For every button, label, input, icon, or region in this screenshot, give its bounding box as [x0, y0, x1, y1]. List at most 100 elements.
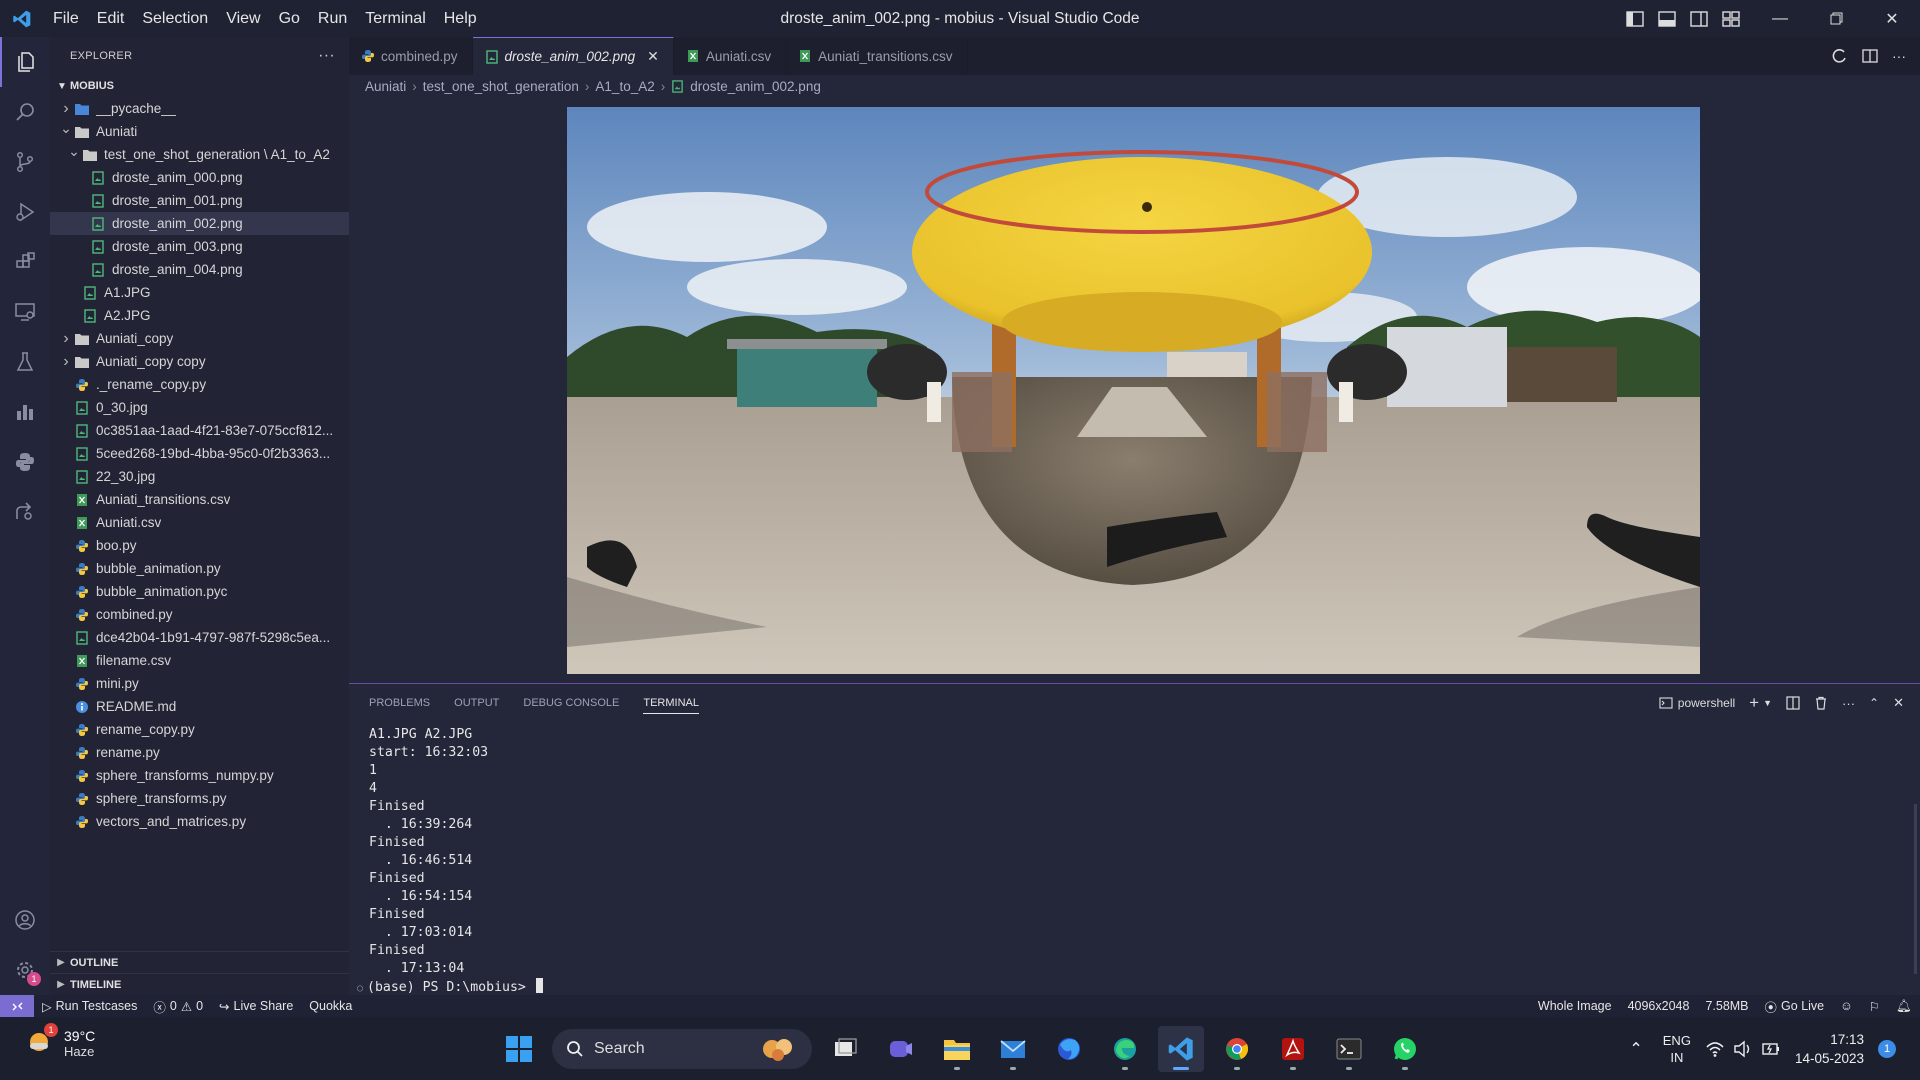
remote-indicator-icon[interactable]: [0, 995, 34, 1017]
tree-file[interactable]: rename_copy.py: [50, 718, 349, 741]
terminal-output[interactable]: A1.JPG A2.JPG start: 16:32:03 1 4 Finised . …: [357, 726, 543, 998]
weather-widget[interactable]: 1 39°C Haze: [24, 1023, 95, 1060]
tree-file[interactable]: boo.py: [50, 534, 349, 557]
tree-folder[interactable]: › __pycache__: [50, 97, 349, 120]
windows-terminal-icon[interactable]: [1326, 1026, 1372, 1072]
menu-go[interactable]: Go: [270, 0, 309, 37]
tree-file[interactable]: 0_30.jpg: [50, 396, 349, 419]
tree-file[interactable]: combined.py: [50, 603, 349, 626]
python-icon[interactable]: [0, 437, 50, 487]
file-explorer-icon[interactable]: [934, 1026, 980, 1072]
volume-icon[interactable]: [1733, 1040, 1753, 1058]
tree-file[interactable]: droste_anim_002.png: [50, 212, 349, 235]
outline-section[interactable]: ▶ OUTLINE: [50, 951, 349, 973]
go-live-button[interactable]: ⦿ Go Live: [1757, 997, 1833, 1016]
split-editor-icon[interactable]: [1862, 48, 1878, 64]
clock[interactable]: 17:13 14-05-2023: [1795, 1030, 1864, 1068]
vscode-taskbar-icon[interactable]: [1158, 1026, 1204, 1072]
quokka-button[interactable]: Quokka: [301, 999, 360, 1013]
chevron-down-icon[interactable]: ▼: [1763, 698, 1772, 708]
toggle-secondary-sidebar-icon[interactable]: [1690, 10, 1708, 27]
tree-folder[interactable]: ⌄ Auniati: [50, 120, 349, 143]
whole-image-button[interactable]: Whole Image: [1530, 999, 1620, 1013]
tree-file[interactable]: droste_anim_003.png: [50, 235, 349, 258]
tree-file[interactable]: dce42b04-1b91-4797-987f-5298c5ea...: [50, 626, 349, 649]
tree-folder[interactable]: ⌄ test_one_shot_generation \ A1_to_A2: [50, 143, 349, 166]
breadcrumb-item[interactable]: droste_anim_002.png: [690, 79, 821, 94]
tree-file[interactable]: droste_anim_004.png: [50, 258, 349, 281]
menu-run[interactable]: Run: [309, 0, 356, 37]
workspace-root[interactable]: ▼ MOBIUS: [50, 75, 349, 97]
tree-file[interactable]: rename.py: [50, 741, 349, 764]
close-tab-icon[interactable]: ✕: [647, 48, 659, 65]
image-preview[interactable]: [567, 107, 1700, 674]
remote-explorer-icon[interactable]: [0, 287, 50, 337]
menu-view[interactable]: View: [217, 0, 269, 37]
edge-icon[interactable]: [1102, 1026, 1148, 1072]
toggle-panel-icon[interactable]: [1658, 10, 1676, 27]
extensions-icon[interactable]: [0, 237, 50, 287]
close-window-button[interactable]: ✕: [1864, 0, 1920, 37]
run-debug-icon[interactable]: [0, 187, 50, 237]
timeline-section[interactable]: ▶ TIMELINE: [50, 973, 349, 995]
live-share-icon[interactable]: [0, 487, 50, 537]
trash-icon[interactable]: [1814, 696, 1828, 710]
tab-problems[interactable]: PROBLEMS: [369, 697, 430, 709]
tree-file[interactable]: bubble_animation.py: [50, 557, 349, 580]
terminal-shell-selector[interactable]: powershell: [1659, 696, 1735, 710]
testing-icon[interactable]: [0, 337, 50, 387]
tree-file[interactable]: 22_30.jpg: [50, 465, 349, 488]
tree-file[interactable]: vectors_and_matrices.py: [50, 810, 349, 833]
explorer-icon[interactable]: [0, 37, 50, 87]
tree-file[interactable]: bubble_animation.pyc: [50, 580, 349, 603]
manage-gear-icon[interactable]: 1: [0, 945, 50, 995]
firefox-icon[interactable]: [1046, 1026, 1092, 1072]
tree-file[interactable]: sphere_transforms_numpy.py: [50, 764, 349, 787]
taskbar-search[interactable]: Search: [552, 1029, 812, 1069]
new-terminal-button[interactable]: +: [1749, 693, 1759, 713]
breadcrumb-item[interactable]: A1_to_A2: [595, 79, 654, 94]
menu-help[interactable]: Help: [435, 0, 486, 37]
split-terminal-icon[interactable]: [1786, 696, 1800, 710]
notifications-bell-icon[interactable]: 🔔︎: [1888, 999, 1920, 1014]
copilot-icon[interactable]: ☺: [1832, 999, 1861, 1013]
source-control-icon[interactable]: [0, 137, 50, 187]
live-share-button[interactable]: ↪ Live Share: [211, 999, 301, 1014]
feedback-icon[interactable]: ⚐: [1861, 999, 1888, 1014]
editor-more-actions-icon[interactable]: ···: [1892, 48, 1906, 64]
tab-debug-console[interactable]: DEBUG CONSOLE: [523, 697, 619, 709]
task-view-icon[interactable]: [822, 1026, 868, 1072]
run-testcases-button[interactable]: ▷ Run Testcases: [34, 999, 145, 1014]
tree-file[interactable]: Auniati_transitions.csv: [50, 488, 349, 511]
tree-file[interactable]: sphere_transforms.py: [50, 787, 349, 810]
whatsapp-icon[interactable]: [1382, 1026, 1428, 1072]
menu-terminal[interactable]: Terminal: [356, 0, 434, 37]
menu-selection[interactable]: Selection: [133, 0, 217, 37]
tab-output[interactable]: OUTPUT: [454, 697, 499, 709]
mail-icon[interactable]: [990, 1026, 1036, 1072]
tree-file[interactable]: mini.py: [50, 672, 349, 695]
minimize-button[interactable]: —: [1752, 0, 1808, 37]
accounts-icon[interactable]: [0, 895, 50, 945]
tree-file[interactable]: 5ceed268-19bd-4bba-95c0-0f2b3363...: [50, 442, 349, 465]
language-indicator[interactable]: ENG IN: [1663, 1032, 1691, 1066]
panel-more-actions-icon[interactable]: ···: [1842, 696, 1855, 711]
close-panel-icon[interactable]: ✕: [1893, 695, 1904, 711]
chrome-icon[interactable]: [1214, 1026, 1260, 1072]
search-icon[interactable]: [0, 87, 50, 137]
wifi-icon[interactable]: [1705, 1040, 1725, 1058]
customize-layout-icon[interactable]: [1722, 10, 1740, 27]
menu-edit[interactable]: Edit: [88, 0, 134, 37]
show-hidden-icons-chevron-icon[interactable]: ⌃: [1629, 1039, 1642, 1059]
acrobat-icon[interactable]: [1270, 1026, 1316, 1072]
terminal-scrollbar[interactable]: [1914, 804, 1917, 974]
breadcrumb-item[interactable]: Auniati: [365, 79, 406, 94]
notification-center-badge[interactable]: 1: [1878, 1039, 1896, 1058]
charts-icon[interactable]: [0, 387, 50, 437]
tree-file[interactable]: A2.JPG: [50, 304, 349, 327]
tab-terminal[interactable]: TERMINAL: [643, 697, 699, 714]
tab-droste-anim-002[interactable]: droste_anim_002.png ✕: [472, 37, 674, 75]
tab-auniati-transitions-csv[interactable]: Auniati_transitions.csv: [786, 37, 968, 75]
breadcrumb-item[interactable]: test_one_shot_generation: [423, 79, 579, 94]
tree-file[interactable]: README.md: [50, 695, 349, 718]
